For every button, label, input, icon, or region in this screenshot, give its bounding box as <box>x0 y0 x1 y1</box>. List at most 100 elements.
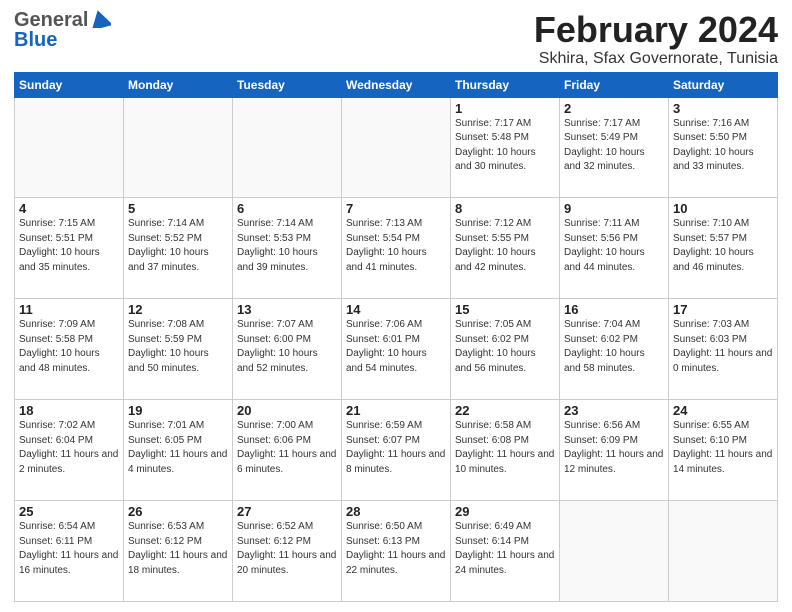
day-info: Sunrise: 7:16 AM Sunset: 5:50 PM Dayligh… <box>673 117 773 175</box>
day-cell: 11Sunrise: 7:09 AM Sunset: 5:58 PM Dayli… <box>15 299 124 400</box>
day-cell <box>669 501 778 602</box>
day-info: Sunrise: 7:06 AM Sunset: 6:01 PM Dayligh… <box>346 318 446 376</box>
col-header-wednesday: Wednesday <box>342 72 451 97</box>
header: General Blue February 2024 Skhira, Sfax … <box>14 10 778 68</box>
day-number: 29 <box>455 504 555 519</box>
day-number: 25 <box>19 504 119 519</box>
day-info: Sunrise: 7:14 AM Sunset: 5:53 PM Dayligh… <box>237 217 337 275</box>
logo-blue-text: Blue <box>14 30 111 50</box>
day-cell: 5Sunrise: 7:14 AM Sunset: 5:52 PM Daylig… <box>124 198 233 299</box>
week-row-5: 25Sunrise: 6:54 AM Sunset: 6:11 PM Dayli… <box>15 501 778 602</box>
day-cell: 7Sunrise: 7:13 AM Sunset: 5:54 PM Daylig… <box>342 198 451 299</box>
logo-general: General <box>14 10 88 30</box>
day-cell: 8Sunrise: 7:12 AM Sunset: 5:55 PM Daylig… <box>451 198 560 299</box>
day-info: Sunrise: 7:00 AM Sunset: 6:06 PM Dayligh… <box>237 419 337 477</box>
calendar-subtitle: Skhira, Sfax Governorate, Tunisia <box>534 50 778 68</box>
week-row-3: 11Sunrise: 7:09 AM Sunset: 5:58 PM Dayli… <box>15 299 778 400</box>
calendar-title: February 2024 <box>534 10 778 50</box>
day-cell <box>342 97 451 198</box>
day-number: 11 <box>19 302 119 317</box>
day-info: Sunrise: 6:58 AM Sunset: 6:08 PM Dayligh… <box>455 419 555 477</box>
day-info: Sunrise: 6:54 AM Sunset: 6:11 PM Dayligh… <box>19 520 119 578</box>
title-block: February 2024 Skhira, Sfax Governorate, … <box>534 10 778 68</box>
day-info: Sunrise: 6:52 AM Sunset: 6:12 PM Dayligh… <box>237 520 337 578</box>
day-number: 8 <box>455 201 555 216</box>
col-header-thursday: Thursday <box>451 72 560 97</box>
day-number: 17 <box>673 302 773 317</box>
day-cell: 19Sunrise: 7:01 AM Sunset: 6:05 PM Dayli… <box>124 400 233 501</box>
logo-blue-label: Blue <box>14 29 57 51</box>
day-cell: 23Sunrise: 6:56 AM Sunset: 6:09 PM Dayli… <box>560 400 669 501</box>
day-info: Sunrise: 6:50 AM Sunset: 6:13 PM Dayligh… <box>346 520 446 578</box>
day-info: Sunrise: 6:49 AM Sunset: 6:14 PM Dayligh… <box>455 520 555 578</box>
day-info: Sunrise: 6:59 AM Sunset: 6:07 PM Dayligh… <box>346 419 446 477</box>
day-cell: 29Sunrise: 6:49 AM Sunset: 6:14 PM Dayli… <box>451 501 560 602</box>
day-cell: 9Sunrise: 7:11 AM Sunset: 5:56 PM Daylig… <box>560 198 669 299</box>
day-number: 10 <box>673 201 773 216</box>
day-cell: 27Sunrise: 6:52 AM Sunset: 6:12 PM Dayli… <box>233 501 342 602</box>
day-info: Sunrise: 7:10 AM Sunset: 5:57 PM Dayligh… <box>673 217 773 275</box>
day-info: Sunrise: 7:01 AM Sunset: 6:05 PM Dayligh… <box>128 419 228 477</box>
day-info: Sunrise: 7:04 AM Sunset: 6:02 PM Dayligh… <box>564 318 664 376</box>
day-number: 4 <box>19 201 119 216</box>
day-cell <box>560 501 669 602</box>
day-cell <box>124 97 233 198</box>
day-cell: 25Sunrise: 6:54 AM Sunset: 6:11 PM Dayli… <box>15 501 124 602</box>
day-cell: 26Sunrise: 6:53 AM Sunset: 6:12 PM Dayli… <box>124 501 233 602</box>
day-number: 3 <box>673 101 773 116</box>
col-header-sunday: Sunday <box>15 72 124 97</box>
day-cell: 20Sunrise: 7:00 AM Sunset: 6:06 PM Dayli… <box>233 400 342 501</box>
day-number: 5 <box>128 201 228 216</box>
logo-row: General <box>14 10 111 30</box>
day-cell: 6Sunrise: 7:14 AM Sunset: 5:53 PM Daylig… <box>233 198 342 299</box>
logo-bird-icon <box>89 10 111 28</box>
day-number: 2 <box>564 101 664 116</box>
day-cell: 21Sunrise: 6:59 AM Sunset: 6:07 PM Dayli… <box>342 400 451 501</box>
day-cell: 14Sunrise: 7:06 AM Sunset: 6:01 PM Dayli… <box>342 299 451 400</box>
day-cell <box>15 97 124 198</box>
calendar-header-row: SundayMondayTuesdayWednesdayThursdayFrid… <box>15 72 778 97</box>
day-cell: 16Sunrise: 7:04 AM Sunset: 6:02 PM Dayli… <box>560 299 669 400</box>
day-number: 9 <box>564 201 664 216</box>
day-info: Sunrise: 7:15 AM Sunset: 5:51 PM Dayligh… <box>19 217 119 275</box>
day-number: 24 <box>673 403 773 418</box>
day-number: 15 <box>455 302 555 317</box>
col-header-friday: Friday <box>560 72 669 97</box>
week-row-2: 4Sunrise: 7:15 AM Sunset: 5:51 PM Daylig… <box>15 198 778 299</box>
day-number: 26 <box>128 504 228 519</box>
col-header-tuesday: Tuesday <box>233 72 342 97</box>
day-info: Sunrise: 7:14 AM Sunset: 5:52 PM Dayligh… <box>128 217 228 275</box>
col-header-saturday: Saturday <box>669 72 778 97</box>
week-row-4: 18Sunrise: 7:02 AM Sunset: 6:04 PM Dayli… <box>15 400 778 501</box>
day-info: Sunrise: 6:53 AM Sunset: 6:12 PM Dayligh… <box>128 520 228 578</box>
day-cell: 24Sunrise: 6:55 AM Sunset: 6:10 PM Dayli… <box>669 400 778 501</box>
day-number: 20 <box>237 403 337 418</box>
day-info: Sunrise: 6:55 AM Sunset: 6:10 PM Dayligh… <box>673 419 773 477</box>
day-cell: 4Sunrise: 7:15 AM Sunset: 5:51 PM Daylig… <box>15 198 124 299</box>
day-number: 13 <box>237 302 337 317</box>
calendar-table: SundayMondayTuesdayWednesdayThursdayFrid… <box>14 72 778 602</box>
day-number: 22 <box>455 403 555 418</box>
day-number: 12 <box>128 302 228 317</box>
day-cell <box>233 97 342 198</box>
logo: General Blue <box>14 10 111 50</box>
day-cell: 28Sunrise: 6:50 AM Sunset: 6:13 PM Dayli… <box>342 501 451 602</box>
day-number: 1 <box>455 101 555 116</box>
day-cell: 18Sunrise: 7:02 AM Sunset: 6:04 PM Dayli… <box>15 400 124 501</box>
day-info: Sunrise: 7:12 AM Sunset: 5:55 PM Dayligh… <box>455 217 555 275</box>
day-number: 18 <box>19 403 119 418</box>
day-info: Sunrise: 7:11 AM Sunset: 5:56 PM Dayligh… <box>564 217 664 275</box>
day-cell: 15Sunrise: 7:05 AM Sunset: 6:02 PM Dayli… <box>451 299 560 400</box>
day-cell: 13Sunrise: 7:07 AM Sunset: 6:00 PM Dayli… <box>233 299 342 400</box>
page: General Blue February 2024 Skhira, Sfax … <box>0 0 792 612</box>
day-number: 14 <box>346 302 446 317</box>
day-number: 6 <box>237 201 337 216</box>
day-info: Sunrise: 7:02 AM Sunset: 6:04 PM Dayligh… <box>19 419 119 477</box>
day-cell: 22Sunrise: 6:58 AM Sunset: 6:08 PM Dayli… <box>451 400 560 501</box>
day-info: Sunrise: 7:03 AM Sunset: 6:03 PM Dayligh… <box>673 318 773 376</box>
day-number: 27 <box>237 504 337 519</box>
day-info: Sunrise: 7:17 AM Sunset: 5:49 PM Dayligh… <box>564 117 664 175</box>
day-info: Sunrise: 7:17 AM Sunset: 5:48 PM Dayligh… <box>455 117 555 175</box>
day-cell: 2Sunrise: 7:17 AM Sunset: 5:49 PM Daylig… <box>560 97 669 198</box>
day-number: 19 <box>128 403 228 418</box>
